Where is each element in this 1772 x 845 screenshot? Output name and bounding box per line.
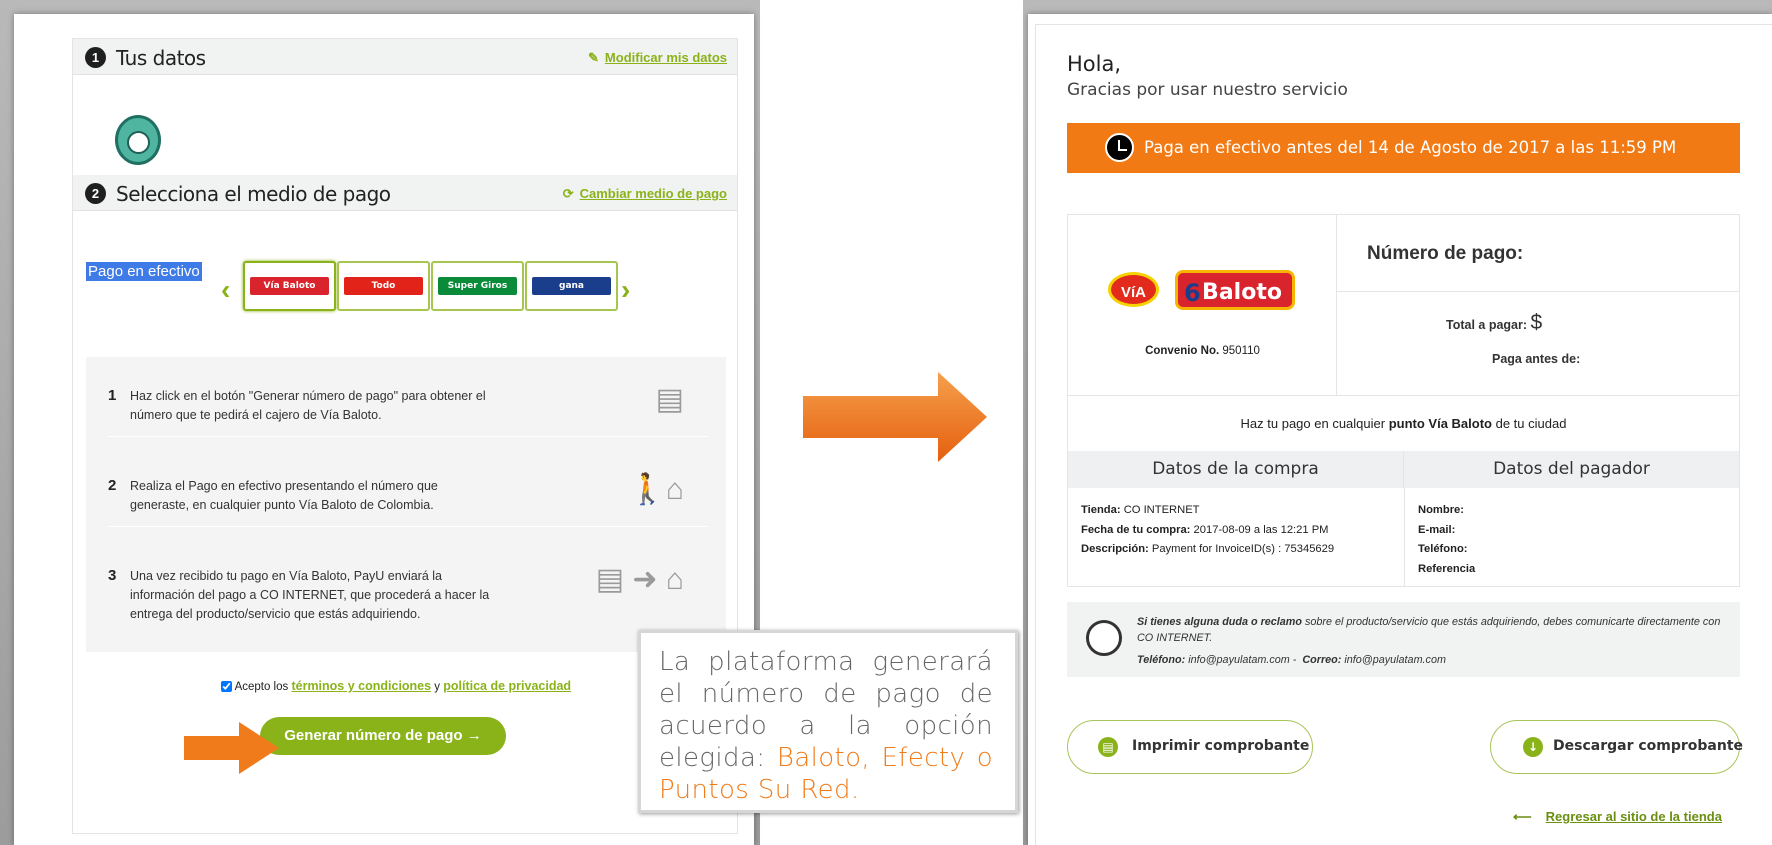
payer-row: Referencia	[1418, 562, 1476, 575]
payer-row: Nombre:	[1418, 504, 1464, 516]
step-number: 2	[108, 477, 117, 494]
back-arrow-icon: ⟵	[1513, 809, 1532, 824]
receipt-to-store-icon: ▤ ➜ ⌂	[595, 563, 684, 596]
generate-payment-number-button[interactable]: Generar número de pago →	[260, 717, 506, 755]
provider-logo: Super Giros	[438, 277, 517, 295]
list-item: 3 Una vez recibido tu pago en Vía Baloto…	[108, 537, 708, 622]
pay-before-label: Paga antes de:	[1492, 352, 1581, 366]
instructions-list: 1 Haz click en el botón "Generar número …	[86, 357, 726, 652]
terms-link[interactable]: términos y condiciones	[291, 679, 431, 693]
privacy-link[interactable]: política de privacidad	[443, 679, 571, 693]
step-text: Haz click en el botón "Generar número de…	[130, 389, 486, 422]
step-badge: 1	[85, 47, 106, 68]
section-your-data-header: 1 Tus datos ✎ Modificar mis datos	[73, 39, 737, 75]
deadline-banner: Paga en efectivo antes del 14 de Agosto …	[1067, 123, 1740, 173]
list-item: 2 Realiza el Pago en efectivo presentand…	[108, 447, 708, 527]
provider-logo-cell: VíA 6 Baloto Convenio No. 950110	[1068, 215, 1337, 395]
payment-number-cell: Número de pago:	[1337, 215, 1740, 292]
greeting: Hola,	[1067, 52, 1122, 76]
where-to-pay: Haz tu pago en cualquier punto Vía Balot…	[1068, 395, 1739, 451]
terms-checkbox[interactable]	[221, 681, 232, 693]
purchase-row: Descripción: Payment for InvoiceID(s) : …	[1081, 543, 1335, 555]
annotation-callout: La plataforma generará el número de pago…	[638, 630, 1018, 813]
print-receipt-button[interactable]: ▤ Imprimir comprobante	[1067, 720, 1313, 774]
change-payment-method-link[interactable]: ⟳ Cambiar medio de pago	[563, 186, 727, 202]
carousel-next-icon[interactable]: ›	[621, 274, 630, 306]
printer-icon: ▤	[1098, 737, 1118, 757]
provider-option-gana[interactable]: gana	[525, 261, 618, 311]
list-item: 1 Haz click en el botón "Generar número …	[108, 357, 708, 437]
carousel-prev-icon[interactable]: ‹	[221, 274, 230, 306]
back-to-store-link[interactable]: ⟵ Regresar al sitio de la tienda	[1513, 809, 1722, 825]
edit-data-link[interactable]: ✎ Modificar mis datos	[588, 50, 727, 66]
baloto-text: Baloto	[1202, 280, 1282, 305]
refresh-icon: ⟳	[562, 186, 574, 201]
divider	[1404, 488, 1405, 586]
terms-acceptance: Acepto los términos y condiciones y polí…	[221, 679, 571, 693]
provider-option-super-giros[interactable]: Super Giros	[431, 261, 524, 311]
section-title: Selecciona el medio de pago	[116, 182, 391, 206]
purchase-row: Fecha de tu compra: 2017-08-09 a las 12:…	[1081, 523, 1329, 536]
terms-and: y	[434, 681, 441, 693]
via-logo: VíA	[1108, 272, 1159, 307]
total-to-pay: Total a pagar: $	[1446, 311, 1543, 334]
purchase-data-header: Datos de la compra	[1068, 451, 1404, 488]
support-text: Si tienes alguna duda o reclamo sobre el…	[1137, 616, 1721, 666]
provider-logo: Todo	[344, 277, 423, 295]
provider-logo: gana	[532, 277, 611, 295]
download-icon: ↓	[1523, 737, 1543, 757]
section-payment-method-header: 2 Selecciona el medio de pago ⟳ Cambiar m…	[73, 175, 737, 211]
receipt-icon: ▤	[655, 383, 684, 416]
step-text: Realiza el Pago en efectivo presentando …	[130, 479, 438, 512]
provider-option-baloto[interactable]: Vía Baloto	[243, 261, 336, 311]
step-badge: 2	[85, 183, 106, 204]
flow-arrow-icon	[803, 372, 987, 462]
baloto-six: 6	[1184, 279, 1201, 307]
deadline-text: Paga en efectivo antes del 14 de Agosto …	[1144, 138, 1677, 157]
payer-data: Nombre: E-mail: Teléfono: Referencia	[1418, 501, 1475, 579]
thanks-message: Gracias por usar nuestro servicio	[1067, 80, 1348, 100]
download-receipt-button[interactable]: ↓ Descargar comprobante	[1490, 720, 1744, 774]
walk-to-store-icon: 🚶⌂	[628, 473, 684, 506]
face-icon	[127, 131, 150, 154]
pointer-arrow-icon	[184, 722, 279, 774]
step-number: 3	[108, 567, 117, 584]
payer-row: Teléfono:	[1418, 543, 1468, 555]
headset-icon	[1086, 620, 1122, 656]
avatar	[115, 115, 161, 165]
payment-number-label: Número de pago:	[1367, 243, 1524, 264]
step-text: Una vez recibido tu pago en Vía Baloto, …	[130, 569, 490, 621]
button-label: Imprimir comprobante	[1132, 738, 1310, 754]
provider-option-todo[interactable]: Todo	[337, 261, 430, 311]
pencil-icon: ✎	[588, 50, 599, 65]
purchase-row: Tienda: CO INTERNET	[1081, 504, 1200, 516]
terms-prefix: Acepto los	[234, 681, 289, 693]
payer-row: E-mail:	[1418, 523, 1456, 536]
support-notice: Si tienes alguna duda o reclamo sobre el…	[1067, 602, 1740, 677]
purchase-data: Tienda: CO INTERNET Fecha de tu compra: …	[1081, 501, 1334, 560]
section-title: Tus datos	[116, 46, 206, 70]
agreement-number: Convenio No. 950110	[1145, 345, 1260, 357]
baloto-logo: 6 Baloto	[1175, 270, 1295, 310]
back-link-label: Regresar al sitio de la tienda	[1545, 809, 1722, 824]
provider-logo: Vía Baloto	[250, 277, 329, 295]
step-number: 1	[108, 387, 117, 404]
clock-icon	[1105, 133, 1134, 162]
button-label: Descargar comprobante	[1553, 738, 1744, 754]
cash-payment-label: Pago en efectivo	[86, 262, 202, 281]
payer-data-header: Datos del pagador	[1404, 451, 1739, 488]
payment-details-table: VíA 6 Baloto Convenio No. 950110 Número d…	[1067, 214, 1740, 587]
